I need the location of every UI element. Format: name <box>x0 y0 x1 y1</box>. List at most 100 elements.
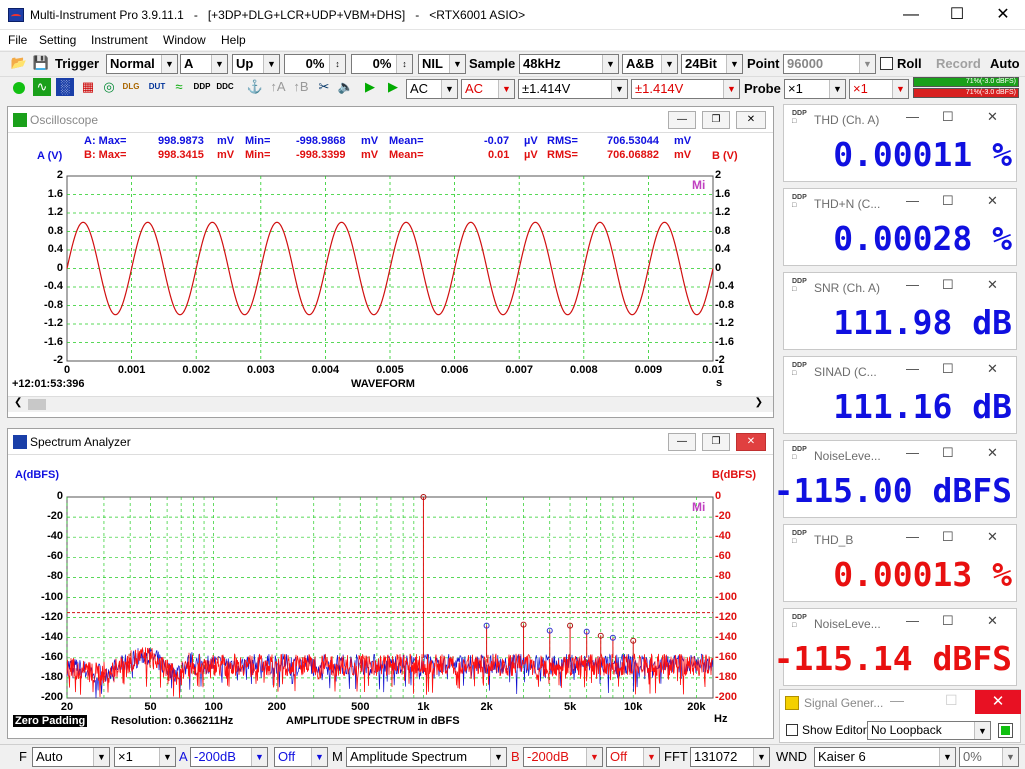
cursor-a-icon[interactable]: ↑A <box>269 78 287 96</box>
probe-b-select[interactable]: ×1 ▼ <box>849 79 909 99</box>
siggen-minimize-button[interactable]: — <box>890 692 904 708</box>
record-button[interactable]: Record <box>936 56 981 71</box>
meter-maximize-button[interactable]: ☐ <box>942 193 954 209</box>
b-off-select[interactable]: Off ▼ <box>606 747 660 767</box>
speaker-icon[interactable]: 🔈 <box>337 78 355 96</box>
ddp-icon: DDP □ <box>792 614 807 629</box>
menu-instrument[interactable]: Instrument <box>91 33 148 47</box>
coupling-a-select[interactable]: AC ▼ <box>406 79 458 99</box>
points-select[interactable]: 96000 ▼ <box>783 54 876 74</box>
menu-file[interactable]: File <box>8 33 27 47</box>
spectrum-minimize-button[interactable]: — <box>668 433 696 451</box>
menu-setting[interactable]: Setting <box>39 33 76 47</box>
signal-generator-icon[interactable]: ≈ <box>170 78 188 96</box>
siggen-maximize-button[interactable]: ☐ <box>945 692 958 709</box>
trigger-edge-select[interactable]: Up ▼ <box>232 54 280 74</box>
bit-depth-select[interactable]: 24Bit ▼ <box>681 54 743 74</box>
auto-button[interactable]: Auto <box>990 56 1020 71</box>
level-meter-b: 71%(-3.0 dBFS) <box>913 88 1019 98</box>
osc-ytick-right: 0.4 <box>715 243 731 255</box>
meter-minimize-button[interactable]: — <box>906 277 919 292</box>
overlap-select[interactable]: 0% ▼ <box>959 747 1019 767</box>
calibration-icon[interactable]: ⚓ <box>246 78 264 96</box>
meter-maximize-button[interactable]: ☐ <box>942 109 954 125</box>
trigger-level-spinner[interactable]: 0% ↕ <box>284 54 346 74</box>
window-function-select[interactable]: Kaiser 6 ▼ <box>814 747 956 767</box>
oscilloscope-close-button[interactable]: ✕ <box>736 111 766 129</box>
spec-ytick-right: -180 <box>715 670 738 683</box>
dut-test-icon[interactable]: DUT <box>148 78 166 96</box>
oscilloscope-icon[interactable]: ∿ <box>33 78 51 96</box>
meter-close-button[interactable]: ✕ <box>987 445 998 461</box>
ddc-icon[interactable]: DDC <box>216 78 234 96</box>
roll-checkbox[interactable] <box>880 57 893 70</box>
b-floor-select[interactable]: -200dB ▼ <box>523 747 603 767</box>
probe-a-select[interactable]: ×1 ▼ <box>784 79 846 99</box>
meter-maximize-button[interactable]: ☐ <box>942 529 954 545</box>
coupling-b-select[interactable]: AC ▼ <box>461 79 515 99</box>
frequency-mult-select[interactable]: ×1 ▼ <box>114 747 176 767</box>
minimize-button[interactable]: — <box>888 0 934 30</box>
ddp-viewer-icon[interactable]: DDP <box>193 78 211 96</box>
frequency-mode-select[interactable]: Auto ▼ <box>32 747 110 767</box>
osc-ytick-right: 0 <box>715 261 722 274</box>
show-editor-checkbox[interactable] <box>786 724 798 736</box>
display-mode-select[interactable]: Amplitude Spectrum ▼ <box>346 747 507 767</box>
probe-tool-icon[interactable]: ✂ <box>315 78 333 96</box>
osc-xtick: 0.009 <box>634 364 663 376</box>
spectrogram-icon[interactable]: ▦ <box>79 78 97 96</box>
spectrum-restore-button[interactable]: ❐ <box>702 433 730 451</box>
sample-rate-select[interactable]: 48kHz ▼ <box>519 54 619 74</box>
meter-minimize-button[interactable]: — <box>906 109 919 124</box>
trigger-delay-spinner[interactable]: 0% ↕ <box>351 54 413 74</box>
siggen-run-button[interactable] <box>998 723 1013 738</box>
meter-minimize-button[interactable]: — <box>906 193 919 208</box>
open-folder-icon[interactable]: 📂 <box>10 54 28 72</box>
save-icon[interactable]: 💾 <box>32 54 50 72</box>
meter-maximize-button[interactable]: ☐ <box>942 361 954 377</box>
oscilloscope-minimize-button[interactable]: — <box>668 111 696 129</box>
osc-scroll-thumb[interactable] <box>28 399 46 410</box>
run-status-icon[interactable] <box>13 82 25 94</box>
range-a-select[interactable]: ±1.414V ▼ <box>518 79 628 99</box>
maximize-button[interactable]: ☐ <box>934 0 980 30</box>
spectrum-close-button[interactable]: ✕ <box>736 433 766 451</box>
loopback-select[interactable]: No Loopback ▼ <box>867 721 991 740</box>
close-button[interactable]: ✕ <box>980 0 1025 30</box>
meter-close-button[interactable]: ✕ <box>987 361 998 377</box>
meter-close-button[interactable]: ✕ <box>987 613 998 629</box>
siggen-close-button[interactable]: ✕ <box>975 690 1021 714</box>
cursor-b-icon[interactable]: ↑B <box>292 78 310 96</box>
play-icon[interactable]: ▶ <box>361 78 379 96</box>
meter-close-button[interactable]: ✕ <box>987 529 998 545</box>
range-b-select[interactable]: ±1.414V ▼ <box>631 79 740 99</box>
meter-maximize-button[interactable]: ☐ <box>942 277 954 293</box>
meter-close-button[interactable]: ✕ <box>987 277 998 293</box>
spectrum-analyzer-icon[interactable]: ░ <box>56 78 74 96</box>
fft-size-select[interactable]: 131072 ▼ <box>690 747 770 767</box>
menu-help[interactable]: Help <box>221 33 246 47</box>
menu-window[interactable]: Window <box>163 33 206 47</box>
ddp-icon: DDP □ <box>792 110 807 125</box>
a-floor-select[interactable]: -200dB ▼ <box>190 747 268 767</box>
meter-maximize-button[interactable]: ☐ <box>942 445 954 461</box>
nil-select[interactable]: NIL ▼ <box>418 54 466 74</box>
meter-maximize-button[interactable]: ☐ <box>942 613 954 629</box>
trigger-mode-select[interactable]: Normal ▼ <box>106 54 178 74</box>
meter-close-button[interactable]: ✕ <box>987 109 998 125</box>
trigger-channel-select[interactable]: A ▼ <box>180 54 228 74</box>
osc-horizontal-scrollbar[interactable]: ❮ ❯ <box>8 396 773 412</box>
channels-select[interactable]: A&B ▼ <box>622 54 678 74</box>
meter-minimize-button[interactable]: — <box>906 361 919 376</box>
meter-close-button[interactable]: ✕ <box>987 193 998 209</box>
meter-minimize-button[interactable]: — <box>906 445 919 460</box>
stats-a-row: A: Max= 998.9873 mV Min= -998.9868 mV Me… <box>84 135 692 147</box>
oscilloscope-restore-button[interactable]: ❐ <box>702 111 730 129</box>
meter-minimize-button[interactable]: — <box>906 613 919 628</box>
play-once-icon[interactable]: ▶ <box>384 78 402 96</box>
data-logger-icon[interactable]: DLG <box>122 78 140 96</box>
meter-minimize-button[interactable]: — <box>906 529 919 544</box>
trigger-label: Trigger <box>55 56 100 71</box>
phase-plot-icon[interactable]: ◎ <box>100 78 118 96</box>
a-off-select[interactable]: Off ▼ <box>274 747 328 767</box>
